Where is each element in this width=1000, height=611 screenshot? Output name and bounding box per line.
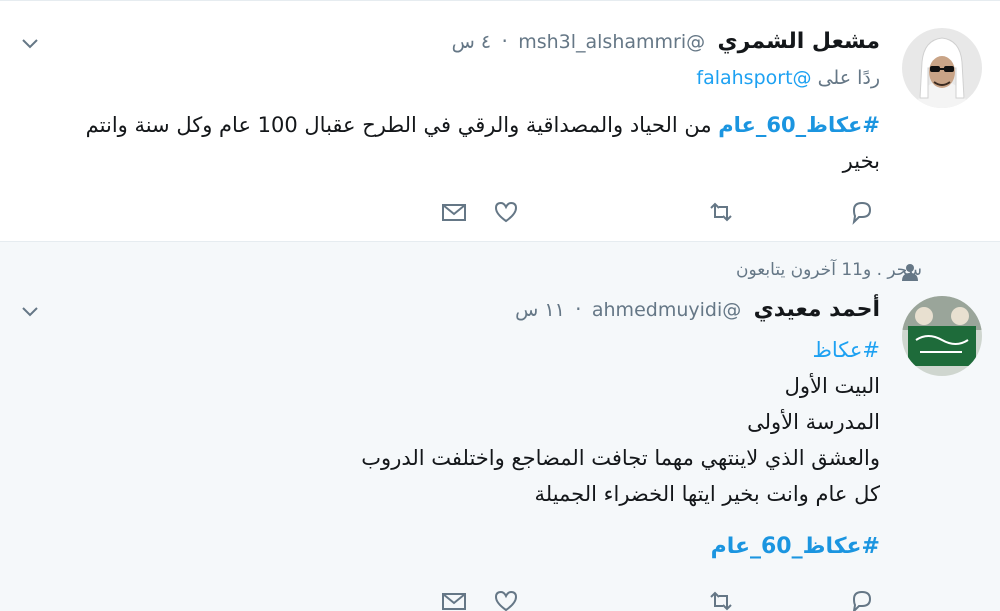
reply-to-link[interactable]: @falahsport: [696, 67, 811, 89]
envelope-icon[interactable]: [440, 587, 468, 611]
avatar[interactable]: [902, 296, 982, 376]
chevron-down-icon[interactable]: [20, 301, 40, 321]
avatar-image: [902, 28, 982, 108]
tweet-text: #عكاظ البيت الأول المدرسة الأولى والعشق …: [280, 332, 880, 512]
separator-dot: ·: [575, 297, 582, 321]
author-name[interactable]: أحمد معيدي: [754, 297, 880, 322]
heart-icon[interactable]: [492, 198, 520, 226]
tweet-line: والعشق الذي لاينتهي مهما تجافت المضاجع و…: [361, 446, 880, 470]
tweet-header: مشعل الشمري @msh3l_alshammri · ٤ س: [452, 29, 880, 54]
heart-icon[interactable]: [492, 587, 520, 611]
tweet-1[interactable]: مشعل الشمري @msh3l_alshammri · ٤ س ردًا …: [0, 0, 1000, 242]
social-context[interactable]: سحر . و11 آخرون يتابعون: [736, 260, 922, 280]
avatar[interactable]: [902, 28, 982, 108]
timestamp[interactable]: ٤ س: [452, 31, 491, 53]
hashtag-link[interactable]: #عكاظ_60_عام: [711, 534, 880, 559]
tweet-line: البيت الأول: [784, 374, 880, 398]
author-name[interactable]: مشعل الشمري: [717, 29, 880, 54]
author-handle[interactable]: @msh3l_alshammri: [518, 31, 705, 53]
separator-dot: ·: [501, 29, 508, 53]
tweet-line: كل عام وانت بخير ايتها الخضراء الجميلة: [534, 482, 880, 506]
tweet-header: أحمد معيدي @ahmedmuyidi · ١١ س: [515, 297, 880, 322]
tweet-2[interactable]: سحر . و11 آخرون يتابعون أحمد معيدي @ahme…: [0, 242, 1000, 611]
tweet-line: المدرسة الأولى: [747, 410, 880, 434]
hashtag-link[interactable]: #عكاظ: [280, 332, 880, 368]
author-handle[interactable]: @ahmedmuyidi: [592, 299, 741, 321]
tweet-text: #عكاظ_60_عام من الحياد والمصداقية والرقي…: [50, 107, 880, 179]
chevron-down-icon[interactable]: [20, 33, 40, 53]
retweet-icon[interactable]: [707, 198, 735, 226]
hashtag-link[interactable]: #عكاظ_60_عام: [718, 113, 880, 137]
timestamp[interactable]: ١١ س: [515, 299, 565, 321]
reply-prefix: ردًا على: [817, 67, 880, 89]
envelope-icon[interactable]: [440, 198, 468, 226]
avatar-image: [902, 296, 982, 376]
reply-context: ردًا على @falahsport: [696, 67, 880, 89]
retweet-icon[interactable]: [707, 587, 735, 611]
reply-icon[interactable]: [848, 587, 876, 611]
reply-icon[interactable]: [848, 198, 876, 226]
